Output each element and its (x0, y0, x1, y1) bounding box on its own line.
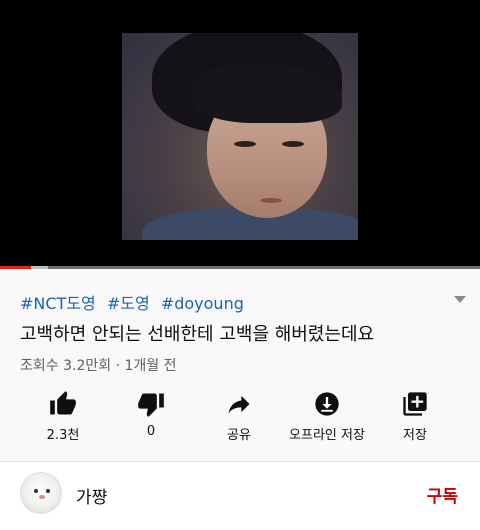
download-icon (315, 392, 339, 416)
video-thumbnail[interactable] (122, 33, 358, 240)
channel-row: 가쨩 구독 (0, 462, 480, 530)
channel-name[interactable]: 가쨩 (76, 483, 107, 508)
video-player[interactable] (0, 0, 480, 268)
hashtag-link[interactable]: #doyoung (161, 294, 244, 313)
thumbs-up-icon (50, 391, 76, 415)
thumbs-down-icon (138, 393, 164, 417)
expand-description-icon[interactable] (454, 296, 466, 303)
share-button[interactable]: 공유 (194, 388, 284, 448)
share-icon (228, 395, 250, 414)
offline-save-button[interactable]: 오프라인 저장 (282, 388, 372, 448)
dislike-button[interactable]: 0 (106, 388, 196, 448)
save-playlist-button[interactable]: 저장 (370, 388, 460, 448)
like-count: 2.3천 (46, 428, 80, 443)
share-label: 공유 (227, 428, 251, 443)
subscribe-button[interactable]: 구독 (427, 482, 458, 507)
action-bar: 2.3천 0 공유 오프라인 저장 저장 (0, 388, 480, 448)
save-label: 저장 (403, 428, 427, 443)
progress-bar[interactable] (0, 266, 480, 269)
hashtag-list: #NCT도영 #도영 #doyoung (20, 290, 250, 314)
video-title: 고백하면 안되는 선배한테 고백을 해버렸는데요 (20, 324, 375, 345)
video-meta: 조회수 3.2만회 · 1개월 전 (20, 358, 177, 374)
playlist-add-icon (403, 392, 427, 416)
offline-save-label: 오프라인 저장 (289, 428, 365, 443)
hashtag-link[interactable]: #NCT도영 (20, 294, 96, 313)
progress-buffered (31, 266, 48, 269)
hashtag-link[interactable]: #도영 (107, 294, 150, 313)
dislike-count: 0 (146, 424, 156, 439)
channel-avatar[interactable] (20, 472, 62, 514)
progress-played (0, 266, 32, 269)
like-button[interactable]: 2.3천 (18, 388, 108, 448)
